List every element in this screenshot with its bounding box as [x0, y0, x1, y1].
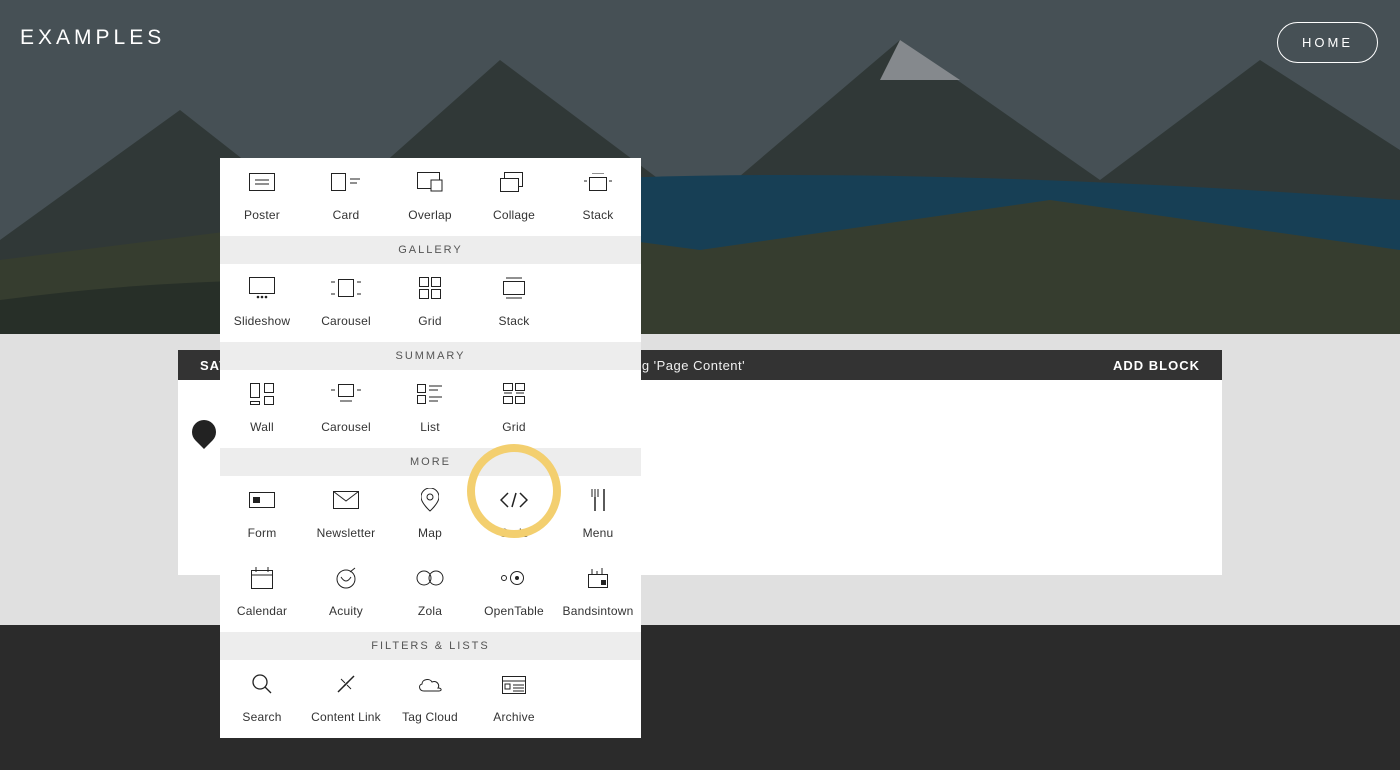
block-label: Bandsintown: [563, 604, 634, 618]
block-menu[interactable]: Menu: [556, 476, 640, 554]
card-icon: [331, 168, 361, 196]
block-archive[interactable]: Archive: [472, 660, 556, 738]
picker-row-gallery: Slideshow Carousel Grid Stack: [220, 264, 641, 342]
wall-icon: [250, 380, 274, 408]
block-picker: Poster Card Overlap Collage Stack: [220, 158, 641, 738]
hero-background: [0, 0, 1400, 334]
menu-fork-icon: [589, 486, 607, 514]
block-form[interactable]: Form: [220, 476, 304, 554]
block-label: Archive: [493, 710, 534, 724]
block-zola[interactable]: Zola: [388, 554, 472, 632]
grid-icon: [419, 274, 441, 302]
block-label: Collage: [493, 208, 535, 222]
block-label: Grid: [418, 314, 441, 328]
list-summary-icon: [417, 380, 443, 408]
block-overlap[interactable]: Overlap: [388, 158, 472, 236]
block-label: Overlap: [408, 208, 451, 222]
block-label: Wall: [250, 420, 274, 434]
block-label: Poster: [244, 208, 280, 222]
block-label: Map: [418, 526, 442, 540]
hero-illustration: [0, 0, 1400, 334]
search-icon: [251, 670, 273, 698]
form-icon: [249, 486, 275, 514]
slideshow-icon: [249, 274, 275, 302]
block-newsletter[interactable]: Newsletter: [304, 476, 388, 554]
block-content-link[interactable]: Content Link: [304, 660, 388, 738]
cloud-icon: [417, 670, 443, 698]
picker-row-filters: Search Content Link Tag Cloud Archive: [220, 660, 641, 738]
block-tag-cloud[interactable]: Tag Cloud: [388, 660, 472, 738]
map-pin-icon: [421, 486, 439, 514]
block-label: Menu: [583, 526, 614, 540]
acuity-icon: [334, 564, 358, 592]
block-stack-gallery[interactable]: Stack: [472, 264, 556, 342]
content-link-icon: [335, 670, 357, 698]
bandsintown-icon: [588, 564, 608, 592]
block-stack-image[interactable]: Stack: [556, 158, 640, 236]
block-label: Stack: [498, 314, 529, 328]
zola-icon: [416, 564, 444, 592]
home-button[interactable]: HOME: [1277, 22, 1378, 63]
block-wall[interactable]: Wall: [220, 370, 304, 448]
block-collage[interactable]: Collage: [472, 158, 556, 236]
block-label: Carousel: [321, 314, 371, 328]
block-carousel-gallery[interactable]: Carousel: [304, 264, 388, 342]
picker-row-image: Poster Card Overlap Collage Stack: [220, 158, 641, 236]
picker-row-summary: Wall Carousel List Grid: [220, 370, 641, 448]
block-label: Zola: [418, 604, 442, 618]
opentable-icon: [501, 564, 527, 592]
block-grid-gallery[interactable]: Grid: [388, 264, 472, 342]
block-acuity[interactable]: Acuity: [304, 554, 388, 632]
block-search[interactable]: Search: [220, 660, 304, 738]
block-label: List: [420, 420, 439, 434]
section-head-gallery: GALLERY: [220, 236, 641, 264]
collage-icon: [500, 168, 528, 196]
block-slideshow[interactable]: Slideshow: [220, 264, 304, 342]
archive-icon: [502, 670, 526, 698]
page-title: EXAMPLES: [20, 26, 165, 50]
block-label: Search: [242, 710, 281, 724]
section-head-more: MORE: [220, 448, 641, 476]
block-code[interactable]: Code: [472, 476, 556, 554]
block-label: Slideshow: [234, 314, 291, 328]
block-label: Carousel: [321, 420, 371, 434]
section-head-summary: SUMMARY: [220, 342, 641, 370]
carousel-icon: [331, 274, 361, 302]
block-map[interactable]: Map: [388, 476, 472, 554]
block-bandsintown[interactable]: Bandsintown: [556, 554, 640, 632]
stack-icon: [584, 168, 612, 196]
block-grid-summary[interactable]: Grid: [472, 370, 556, 448]
block-opentable[interactable]: OpenTable: [472, 554, 556, 632]
block-label: OpenTable: [484, 604, 544, 618]
block-label: Code: [499, 526, 529, 540]
block-card[interactable]: Card: [304, 158, 388, 236]
block-list-summary[interactable]: List: [388, 370, 472, 448]
block-poster[interactable]: Poster: [220, 158, 304, 236]
block-carousel-summary[interactable]: Carousel: [304, 370, 388, 448]
block-label: Content Link: [311, 710, 381, 724]
grid-summary-icon: [503, 380, 525, 408]
envelope-icon: [333, 486, 359, 514]
block-label: Form: [248, 526, 277, 540]
poster-icon: [249, 168, 275, 196]
section-head-filters: FILTERS & LISTS: [220, 632, 641, 660]
block-label: Acuity: [329, 604, 363, 618]
block-label: Tag Cloud: [402, 710, 458, 724]
block-label: Newsletter: [317, 526, 376, 540]
picker-row-more-1: Form Newsletter Map Code Menu: [220, 476, 641, 554]
picker-row-more-2: Calendar Acuity Zola OpenTable Bandsinto…: [220, 554, 641, 632]
block-label: Calendar: [237, 604, 287, 618]
carousel-summary-icon: [331, 380, 361, 408]
code-icon: [500, 486, 528, 514]
block-label: Stack: [582, 208, 613, 222]
stack-gallery-icon: [503, 274, 525, 302]
block-calendar[interactable]: Calendar: [220, 554, 304, 632]
block-label: Grid: [502, 420, 525, 434]
add-block-button[interactable]: ADD BLOCK: [1091, 358, 1222, 373]
footer-strip: [0, 625, 1400, 770]
block-label: Card: [333, 208, 360, 222]
calendar-icon: [251, 564, 273, 592]
overlap-icon: [417, 168, 443, 196]
